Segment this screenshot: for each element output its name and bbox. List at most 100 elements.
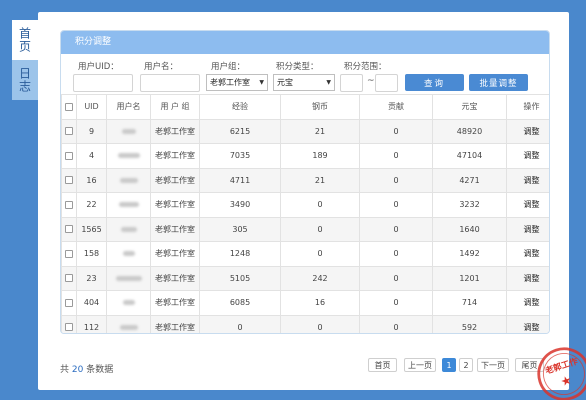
cell-username: [106, 314, 151, 333]
adjust-link[interactable]: 调整: [506, 265, 549, 291]
type-select[interactable]: 元宝 ▼: [273, 74, 335, 91]
row-checkbox[interactable]: [65, 176, 73, 185]
cell-uid: 404: [76, 290, 107, 316]
cell-username: [106, 167, 151, 193]
cell-exp: 0: [199, 314, 281, 333]
adjust-link[interactable]: 调整: [506, 290, 549, 316]
cell-uid: 112: [76, 314, 107, 333]
select-all-checkbox[interactable]: [65, 102, 73, 111]
adjust-link[interactable]: 调整: [506, 314, 549, 333]
table-row: 9 老郭工作室 6215 21 0 48920 调整: [61, 118, 549, 144]
row-checkbox[interactable]: [65, 298, 73, 307]
cell-coin: 21: [280, 118, 360, 144]
prev-page-button[interactable]: 上一页: [404, 358, 436, 372]
row-checkbox[interactable]: [65, 200, 73, 209]
cell-yuanbao: 3232: [432, 192, 507, 218]
row-checkbox[interactable]: [65, 274, 73, 283]
table-row: 404 老郭工作室 6085 16 0 714 调整: [61, 290, 549, 316]
cell-uid: 4: [76, 143, 107, 169]
batch-adjust-button[interactable]: 批量调整: [469, 74, 528, 91]
cell-group: 老郭工作室: [150, 314, 200, 333]
cell-exp: 3490: [199, 192, 281, 218]
pagination: 首页 上一页 1 2 下一页 尾页: [38, 358, 569, 372]
cell-group: 老郭工作室: [150, 290, 200, 316]
cell-exp: 5105: [199, 265, 281, 291]
blurred-username: [120, 226, 137, 232]
table-row: 23 老郭工作室 5105 242 0 1201 调整: [61, 265, 549, 291]
card-title: 积分调整: [61, 31, 549, 54]
blurred-username: [119, 177, 138, 183]
blurred-username: [122, 300, 135, 306]
svg-text:老郭工作: 老郭工作: [543, 356, 579, 376]
cell-coin: 0: [280, 241, 360, 267]
adjust-link[interactable]: 调整: [506, 216, 549, 242]
blurred-username: [121, 128, 136, 134]
query-button[interactable]: 查询: [405, 74, 464, 91]
username-label: 用户名：: [144, 62, 179, 72]
col-contrib: 贡献: [359, 94, 433, 120]
table-row: 22 老郭工作室 3490 0 0 3232 调整: [61, 192, 549, 218]
tab-log[interactable]: 日志: [12, 60, 38, 100]
chevron-down-icon: ▼: [259, 79, 264, 86]
group-select-value: 老郭工作室: [210, 78, 250, 87]
cell-yuanbao: 592: [432, 314, 507, 333]
cell-contrib: 0: [359, 118, 433, 144]
chevron-down-icon: ▼: [326, 79, 331, 86]
cell-exp: 6085: [199, 290, 281, 316]
row-checkbox[interactable]: [65, 127, 73, 136]
table-row: 158 老郭工作室 1248 0 0 1492 调整: [61, 241, 549, 267]
row-checkbox[interactable]: [65, 225, 73, 234]
adjust-link[interactable]: 调整: [506, 118, 549, 144]
col-uid: UID: [76, 94, 107, 120]
cell-username: [106, 241, 151, 267]
cell-exp: 305: [199, 216, 281, 242]
cell-group: 老郭工作室: [150, 143, 200, 169]
range-min-input[interactable]: [340, 74, 363, 92]
cell-yuanbao: 48920: [432, 118, 507, 144]
row-checkbox[interactable]: [65, 151, 73, 160]
cell-coin: 242: [280, 265, 360, 291]
blurred-username: [118, 202, 139, 208]
adjust-link[interactable]: 调整: [506, 192, 549, 218]
main-panel: 积分调整 用户UID： 用户名： 用户组： 老郭工作室 ▼ 积分类型： 元宝 ▼…: [38, 12, 569, 390]
adjust-link[interactable]: 调整: [506, 167, 549, 193]
cell-contrib: 0: [359, 167, 433, 193]
table-row: 4 老郭工作室 7035 189 0 47104 调整: [61, 143, 549, 169]
cell-contrib: 0: [359, 143, 433, 169]
uid-input[interactable]: [73, 74, 133, 92]
tab-home[interactable]: 首页: [12, 20, 38, 60]
page-1-button[interactable]: 1: [442, 358, 456, 372]
first-page-button[interactable]: 首页: [368, 358, 397, 372]
cell-uid: 158: [76, 241, 107, 267]
adjust-link[interactable]: 调整: [506, 241, 549, 267]
cell-uid: 9: [76, 118, 107, 144]
row-checkbox[interactable]: [65, 323, 73, 332]
cell-uid: 23: [76, 265, 107, 291]
cell-contrib: 0: [359, 290, 433, 316]
group-select[interactable]: 老郭工作室 ▼: [206, 74, 268, 91]
svg-text:★: ★: [559, 372, 574, 389]
cell-contrib: 0: [359, 241, 433, 267]
filter-bar: 用户UID： 用户名： 用户组： 老郭工作室 ▼ 积分类型： 元宝 ▼ 积分范围…: [61, 54, 549, 94]
range-max-input[interactable]: [375, 74, 398, 92]
next-page-button[interactable]: 下一页: [477, 358, 509, 372]
cell-contrib: 0: [359, 216, 433, 242]
adjust-link[interactable]: 调整: [506, 143, 549, 169]
page-2-button[interactable]: 2: [459, 358, 473, 372]
table-row: 112 老郭工作室 0 0 0 592 调整: [61, 314, 549, 333]
cell-uid: 1565: [76, 216, 107, 242]
col-username: 用户名: [106, 94, 151, 120]
cell-uid: 22: [76, 192, 107, 218]
cell-yuanbao: 1201: [432, 265, 507, 291]
cell-exp: 7035: [199, 143, 281, 169]
cell-group: 老郭工作室: [150, 265, 200, 291]
cell-username: [106, 143, 151, 169]
row-checkbox[interactable]: [65, 249, 73, 258]
table-row: 16 老郭工作室 4711 21 0 4271 调整: [61, 167, 549, 193]
cell-contrib: 0: [359, 192, 433, 218]
cell-group: 老郭工作室: [150, 216, 200, 242]
range-separator: ~: [367, 76, 375, 86]
username-input[interactable]: [140, 74, 200, 92]
cell-coin: 21: [280, 167, 360, 193]
cell-yuanbao: 1492: [432, 241, 507, 267]
